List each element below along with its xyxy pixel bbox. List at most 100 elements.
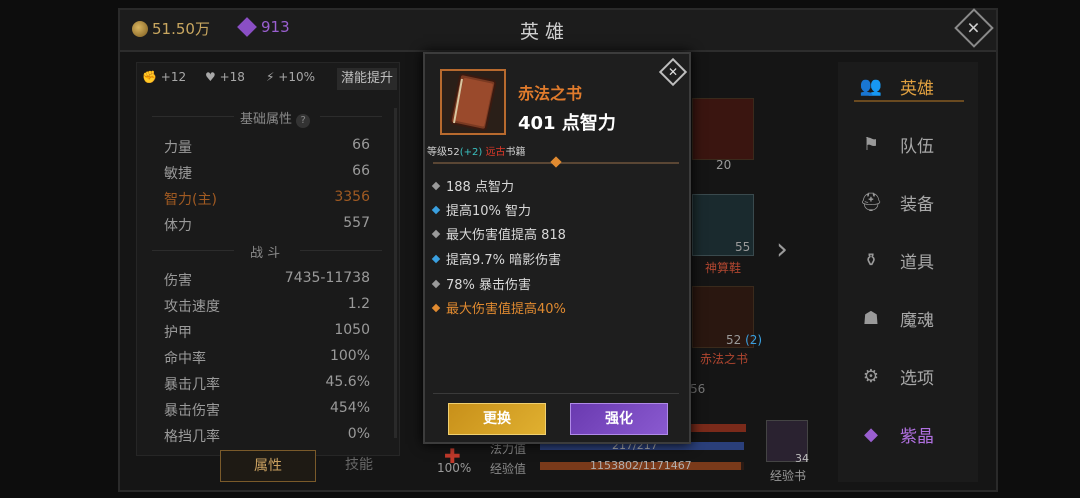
close-icon: ✕ xyxy=(667,65,679,79)
slot-label: 赤法之书 xyxy=(700,352,749,366)
item-type: 书籍 xyxy=(505,147,526,158)
item-name: 赤法之书 xyxy=(518,84,583,103)
stat-name: 护甲 xyxy=(164,325,192,341)
gold-amount: 51.50万 xyxy=(152,20,210,38)
item-main-stat: 401 点智力 xyxy=(518,113,616,134)
exp-value: 1153802/1171467 xyxy=(590,459,692,472)
bullet-icon xyxy=(431,303,441,312)
upgrade-button[interactable]: 强化 xyxy=(570,403,668,435)
slot-label: 神算鞋 xyxy=(705,261,742,275)
divider xyxy=(300,250,382,251)
menu-item-soul[interactable]: ☗ 魔魂 xyxy=(860,304,964,332)
item-rarity: 远古 xyxy=(485,147,506,158)
bullet-icon xyxy=(431,181,441,190)
amethyst-icon: ◆ xyxy=(864,423,878,445)
attribute-line-legendary: 最大伤害值提高40% xyxy=(431,298,566,317)
helmet-icon: ⛑ xyxy=(859,191,883,213)
attributes-scrollbar[interactable] xyxy=(394,108,397,438)
item-level-line: 等级52(+2) 远古书籍 xyxy=(427,143,525,158)
bullet-icon xyxy=(431,279,441,288)
menu-active-underline xyxy=(854,100,964,102)
stat-value: 100% xyxy=(329,348,370,364)
exp-book-label: 经验书 xyxy=(770,469,807,483)
menu-item-options[interactable]: ⚙ 选项 xyxy=(860,362,964,390)
stat-value-primary: 3356 xyxy=(334,189,370,205)
stat-value: 66 xyxy=(352,137,370,153)
stat-name: 暴击伤害 xyxy=(164,403,220,419)
menu-item-items[interactable]: ⚱ 道具 xyxy=(860,246,964,274)
exp-book-count: 34 xyxy=(795,452,809,465)
divider xyxy=(152,250,234,251)
item-level: 等级52 xyxy=(427,147,460,158)
bullet-icon xyxy=(431,229,441,238)
divider xyxy=(320,116,382,117)
potential-button[interactable]: 潜能提升 xyxy=(337,68,397,90)
attribute-line: 78% 暴击伤害 xyxy=(431,274,531,293)
stat-name: 伤害 xyxy=(164,273,192,289)
stat-name: 攻击速度 xyxy=(164,299,220,315)
bag-icon: ⚱ xyxy=(863,249,879,271)
energy-bonus: ⚡ +10% xyxy=(266,70,315,84)
stat-value: 0% xyxy=(347,426,370,442)
menu-item-amethyst[interactable]: ◆ 紫晶 xyxy=(860,420,964,448)
slot-count: 55 xyxy=(735,240,751,254)
stat-value: 66 xyxy=(352,163,370,179)
stat-value: 45.6% xyxy=(325,374,370,390)
stat-name: 命中率 xyxy=(164,351,206,367)
item-level-bonus: (+2) xyxy=(459,147,483,158)
gold-coin-icon xyxy=(132,20,148,37)
exp-label: 经验值 xyxy=(490,462,527,476)
stat-name-primary: 智力(主) xyxy=(164,192,217,208)
hp-bonus: ♥ +18 xyxy=(205,70,245,84)
partial-count: 56 xyxy=(690,382,706,396)
attribute-line: 188 点智力 xyxy=(431,176,514,195)
book-icon xyxy=(449,73,497,131)
slot-count: 20 xyxy=(716,158,732,172)
menu-item-equipment[interactable]: ⛑ 装备 xyxy=(860,188,964,216)
help-icon[interactable]: ? xyxy=(296,114,311,128)
basic-attributes-heading: 基础属性 ? xyxy=(240,108,311,128)
tab-attributes[interactable]: 属性 xyxy=(220,450,316,482)
flame-icon: ☗ xyxy=(862,307,880,329)
heart-icon: ♥ xyxy=(205,70,216,84)
stat-name: 格挡几率 xyxy=(164,429,220,445)
lightning-icon: ⚡ xyxy=(266,70,275,84)
flag-icon: ⚑ xyxy=(862,133,880,155)
item-icon xyxy=(440,69,506,135)
gold-currency: 51.50万 xyxy=(132,18,210,39)
str-bonus: ✊ +12 xyxy=(142,70,187,84)
stat-value: 1.2 xyxy=(347,296,370,312)
bullet-icon xyxy=(431,205,441,214)
hero-icon: 👥 xyxy=(859,75,883,97)
gem-icon xyxy=(237,17,257,37)
stat-name: 力量 xyxy=(164,140,192,156)
menu-item-team[interactable]: ⚑ 队伍 xyxy=(860,130,964,158)
health-bar xyxy=(690,424,746,432)
divider xyxy=(152,116,234,117)
close-icon: ✕ xyxy=(967,18,981,38)
stat-value: 454% xyxy=(329,400,370,416)
stat-value: 7435-11738 xyxy=(284,270,370,286)
tab-skills[interactable]: 技能 xyxy=(312,450,406,480)
slot-count: 52 (2) xyxy=(726,333,763,347)
bullet-icon xyxy=(431,254,441,263)
gem-amount: 913 xyxy=(261,18,290,36)
fist-icon: ✊ xyxy=(142,70,157,84)
stat-name: 体力 xyxy=(164,218,192,234)
gear-icon: ⚙ xyxy=(862,365,880,387)
replace-button[interactable]: 更换 xyxy=(448,403,546,435)
attribute-line: 提高9.7% 暗影伤害 xyxy=(431,249,561,268)
attribute-line: 最大伤害值提高 818 xyxy=(431,224,566,243)
percent-label: 100% xyxy=(437,461,472,475)
page-title: 英雄 xyxy=(520,21,571,43)
stat-value: 557 xyxy=(343,215,370,231)
attribute-line: 提高10% 智力 xyxy=(431,200,531,219)
combat-heading: 战 斗 xyxy=(250,246,281,261)
stat-name: 敏捷 xyxy=(164,166,192,182)
menu-item-hero[interactable]: 👥 英雄 xyxy=(860,72,964,100)
equip-slot-weapon[interactable] xyxy=(692,98,754,160)
divider xyxy=(433,393,679,394)
stat-name: 暴击几率 xyxy=(164,377,220,393)
next-arrow-icon[interactable]: › xyxy=(776,232,788,267)
stat-value: 1050 xyxy=(334,322,370,338)
